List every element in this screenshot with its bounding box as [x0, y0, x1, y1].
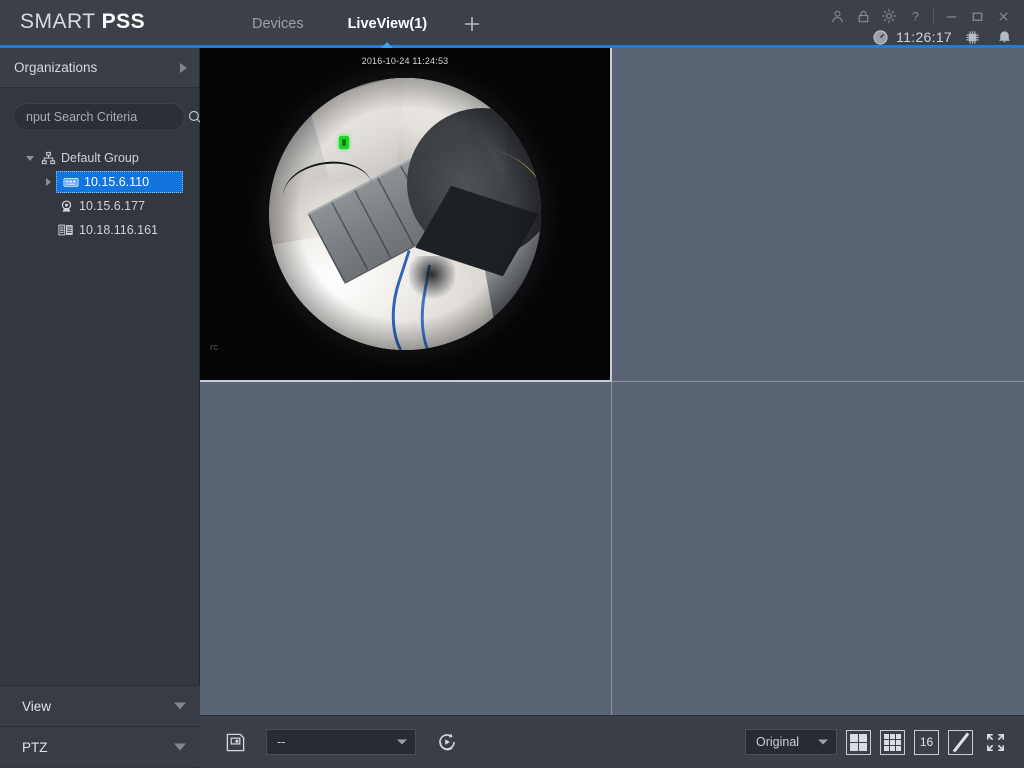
chevron-down-icon — [818, 739, 828, 745]
gear-icon[interactable] — [876, 4, 902, 28]
nvr-icon — [61, 170, 81, 194]
video-grid: 2016-10-24 11:24:53 rc — [200, 48, 1024, 715]
cpu-icon[interactable] — [960, 27, 984, 47]
video-cell-2[interactable] — [612, 48, 1024, 382]
bottom-toolbar: -- Original 16 — [200, 715, 1024, 768]
brand-bold: PSS — [101, 10, 146, 33]
tab-bar: Devices LiveView(1) — [230, 0, 495, 48]
fullscreen-button[interactable] — [982, 729, 1008, 755]
search-input[interactable] — [26, 110, 187, 124]
fisheye-image — [269, 77, 541, 350]
maximize-icon[interactable] — [964, 4, 990, 28]
lock-icon[interactable] — [850, 4, 876, 28]
sidebar-panel-view[interactable]: View — [0, 685, 200, 726]
refresh-stream-button[interactable] — [434, 729, 460, 755]
chevron-down-icon — [174, 743, 186, 751]
layout-9-split-button[interactable] — [880, 729, 905, 755]
organizations-label: Organizations — [14, 60, 98, 75]
video-cell-4[interactable] — [612, 381, 1024, 715]
video-grid-area: 2016-10-24 11:24:53 rc — [200, 48, 1024, 715]
tree-item-label: Default Group — [61, 151, 139, 165]
svg-text:?: ? — [912, 9, 919, 23]
video-cell-1[interactable]: 2016-10-24 11:24:53 rc — [200, 48, 612, 382]
layout-4-split-button[interactable] — [846, 729, 871, 755]
tree-item-label: 10.15.6.177 — [79, 199, 146, 213]
org-chart-icon — [38, 146, 58, 170]
close-icon[interactable] — [990, 4, 1016, 28]
clock-icon — [873, 29, 888, 45]
tree-item-10-18-116-161[interactable]: 10.18.116.161 — [0, 218, 200, 242]
bottom-toolbar-left: -- — [222, 729, 460, 755]
bottom-toolbar-right: Original 16 — [745, 729, 1008, 755]
dome-camera-icon — [56, 194, 76, 218]
stream-select[interactable]: -- — [266, 729, 416, 755]
fisheye-vignette — [269, 77, 541, 350]
expand-icon — [986, 733, 1004, 751]
expander-right-icon[interactable] — [40, 170, 56, 194]
chevron-right-icon — [180, 62, 187, 73]
chevron-down-icon — [397, 739, 407, 745]
video-cell-3[interactable] — [200, 381, 612, 715]
organizations-header[interactable]: Organizations — [0, 48, 199, 88]
plus-icon — [465, 17, 480, 31]
layout-16-split-label: 16 — [919, 735, 934, 749]
brand-prefix: SMART — [20, 10, 102, 33]
diagonal-slash-icon — [952, 734, 969, 751]
minimize-icon[interactable] — [938, 4, 964, 28]
sidebar-panel-ptz[interactable]: PTZ — [0, 726, 200, 767]
grid-9-icon — [884, 733, 901, 751]
title-bar: SMART PSS Devices LiveView(1) ? 11:26:17 — [0, 0, 1024, 48]
tree-item-label: 10.15.6.110 — [84, 175, 150, 189]
stream-select-value: -- — [277, 735, 286, 749]
clock: 11:26:17 — [872, 29, 952, 46]
grid-4-icon — [850, 733, 867, 751]
refresh-icon — [439, 733, 455, 751]
layout-custom-button[interactable] — [948, 729, 973, 755]
clock-time: 11:26:17 — [896, 29, 952, 45]
layout-16-split-button[interactable]: 16 — [914, 729, 939, 755]
osd-timestamp: 2016-10-24 11:24:53 — [361, 56, 449, 66]
toolbar-divider — [928, 4, 938, 28]
chevron-down-icon — [174, 702, 186, 710]
app-logo: SMART PSS — [20, 10, 145, 34]
search-box[interactable] — [13, 103, 202, 131]
tree-item-10-15-6-177[interactable]: 10.15.6.177 — [0, 194, 200, 218]
smart-pss-application: SMART PSS Devices LiveView(1) ? 11:26:17… — [0, 0, 1024, 768]
tab-liveview[interactable]: LiveView(1) — [326, 0, 450, 48]
tree-item-10-15-6-110-row: 10.15.6.110 — [0, 170, 200, 194]
video-stream-fisheye: 2016-10-24 11:24:53 rc — [200, 48, 610, 380]
quality-select[interactable]: Original — [745, 729, 837, 755]
window-controls: ? — [824, 4, 1016, 28]
sidebar: Organizations nput Search Criteria Defau… — [0, 48, 202, 768]
save-disk-icon — [226, 733, 244, 751]
add-tab-button[interactable] — [449, 0, 495, 48]
tree-item-10-15-6-110[interactable]: 10.15.6.110 — [56, 171, 183, 193]
expander-down-icon[interactable] — [22, 146, 38, 170]
tab-devices[interactable]: Devices — [230, 0, 326, 48]
tab-liveview-label: LiveView(1) — [347, 16, 428, 32]
osd-channel-name: rc — [210, 341, 219, 352]
sidebar-panel-view-label: View — [22, 698, 52, 714]
device-tree: Default Group 10.15.6.110 10.15.6.177 10… — [0, 146, 200, 242]
tree-item-default-group[interactable]: Default Group — [0, 146, 200, 170]
user-icon[interactable] — [824, 4, 850, 28]
sidebar-panel-ptz-label: PTZ — [22, 739, 48, 755]
status-row: 11:26:17 — [872, 27, 1016, 47]
tree-item-label: 10.18.116.161 — [79, 223, 159, 237]
save-view-button[interactable] — [222, 729, 248, 755]
tab-devices-label: Devices — [252, 16, 304, 32]
help-icon[interactable]: ? — [902, 4, 928, 28]
quality-select-value: Original — [756, 735, 800, 749]
bell-icon[interactable] — [992, 27, 1016, 47]
server-rack-icon — [56, 218, 76, 242]
